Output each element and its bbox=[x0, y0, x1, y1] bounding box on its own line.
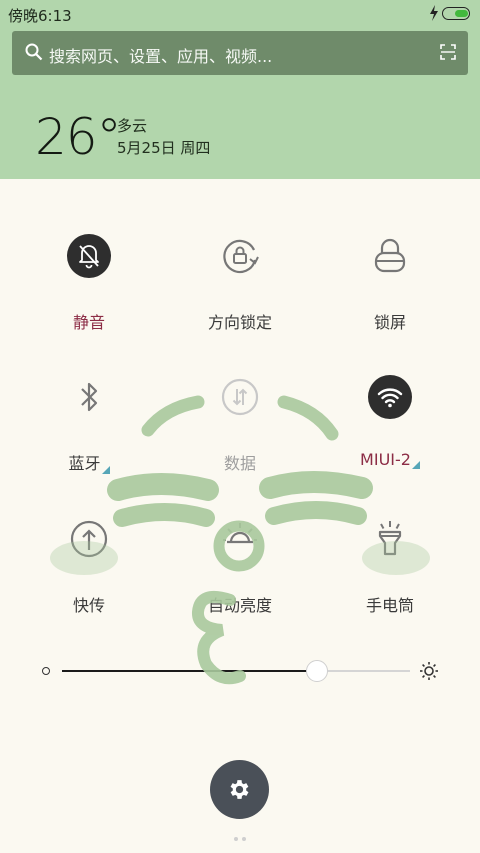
scan-icon[interactable] bbox=[440, 44, 456, 60]
tile-wifi[interactable]: MIUI-2 bbox=[330, 374, 450, 469]
status-bar: 傍晚6:13 bbox=[0, 0, 480, 28]
gear-icon bbox=[230, 780, 249, 799]
status-time: 傍晚6:13 bbox=[8, 7, 72, 25]
lock-icon bbox=[367, 233, 413, 279]
tile-label: 快传 bbox=[72, 596, 105, 615]
tile-bluetooth[interactable]: 蓝牙 bbox=[29, 374, 149, 474]
tile-label: 方向锁定 bbox=[207, 313, 272, 332]
tile-label: MIUI-2 bbox=[330, 450, 450, 469]
tile-label-text: 蓝牙 bbox=[68, 454, 101, 473]
tile-lock-screen[interactable]: 锁屏 bbox=[330, 233, 450, 333]
upload-icon bbox=[66, 516, 112, 562]
search-icon bbox=[25, 43, 43, 61]
more-options-marker bbox=[101, 466, 110, 474]
wifi-icon bbox=[367, 374, 413, 420]
data-arrows-icon bbox=[217, 374, 263, 420]
tile-label: 手电筒 bbox=[365, 596, 414, 615]
auto-brightness-icon bbox=[217, 516, 263, 562]
flashlight-icon bbox=[367, 516, 413, 562]
brightness-track[interactable] bbox=[318, 670, 410, 672]
settings-button[interactable] bbox=[210, 760, 269, 819]
brightness-high-icon bbox=[420, 662, 438, 680]
brightness-low-icon bbox=[42, 667, 50, 675]
tile-label: 蓝牙 bbox=[29, 450, 149, 474]
tile-mobile-data[interactable]: 数据 bbox=[180, 374, 300, 474]
weather-condition: 多云 bbox=[117, 117, 148, 135]
tile-label: 自动亮度 bbox=[207, 596, 272, 615]
charging-icon bbox=[430, 5, 438, 21]
tile-silent[interactable]: 静音 bbox=[29, 233, 149, 333]
tile-quick-share[interactable]: 快传 bbox=[29, 516, 149, 616]
tile-label: 锁屏 bbox=[373, 313, 406, 332]
tile-rotation-lock[interactable]: 方向锁定 bbox=[180, 233, 300, 333]
rotation-lock-icon bbox=[217, 233, 263, 279]
page-dot bbox=[234, 837, 238, 841]
brightness-slider-thumb[interactable] bbox=[306, 660, 328, 682]
brightness-track-filled[interactable] bbox=[62, 670, 318, 672]
search-bar[interactable]: 搜索网页、设置、应用、视频... bbox=[12, 31, 468, 75]
page-indicator bbox=[232, 826, 248, 845]
weather-date: 5月25日 周四 bbox=[117, 139, 211, 157]
search-input[interactable]: 搜索网页、设置、应用、视频... bbox=[49, 43, 272, 67]
tile-auto-brightness[interactable]: 自动亮度 bbox=[180, 516, 300, 616]
temperature: 26° bbox=[35, 108, 122, 166]
page-dot bbox=[242, 837, 246, 841]
tile-flashlight[interactable]: 手电筒 bbox=[330, 516, 450, 616]
battery-icon bbox=[442, 7, 470, 20]
bluetooth-icon bbox=[66, 374, 112, 420]
tile-label-text: MIUI-2 bbox=[360, 450, 411, 469]
tile-label: 数据 bbox=[223, 454, 256, 473]
tile-label: 静音 bbox=[72, 313, 105, 332]
more-options-marker bbox=[411, 461, 420, 469]
bell-off-icon bbox=[66, 233, 112, 279]
